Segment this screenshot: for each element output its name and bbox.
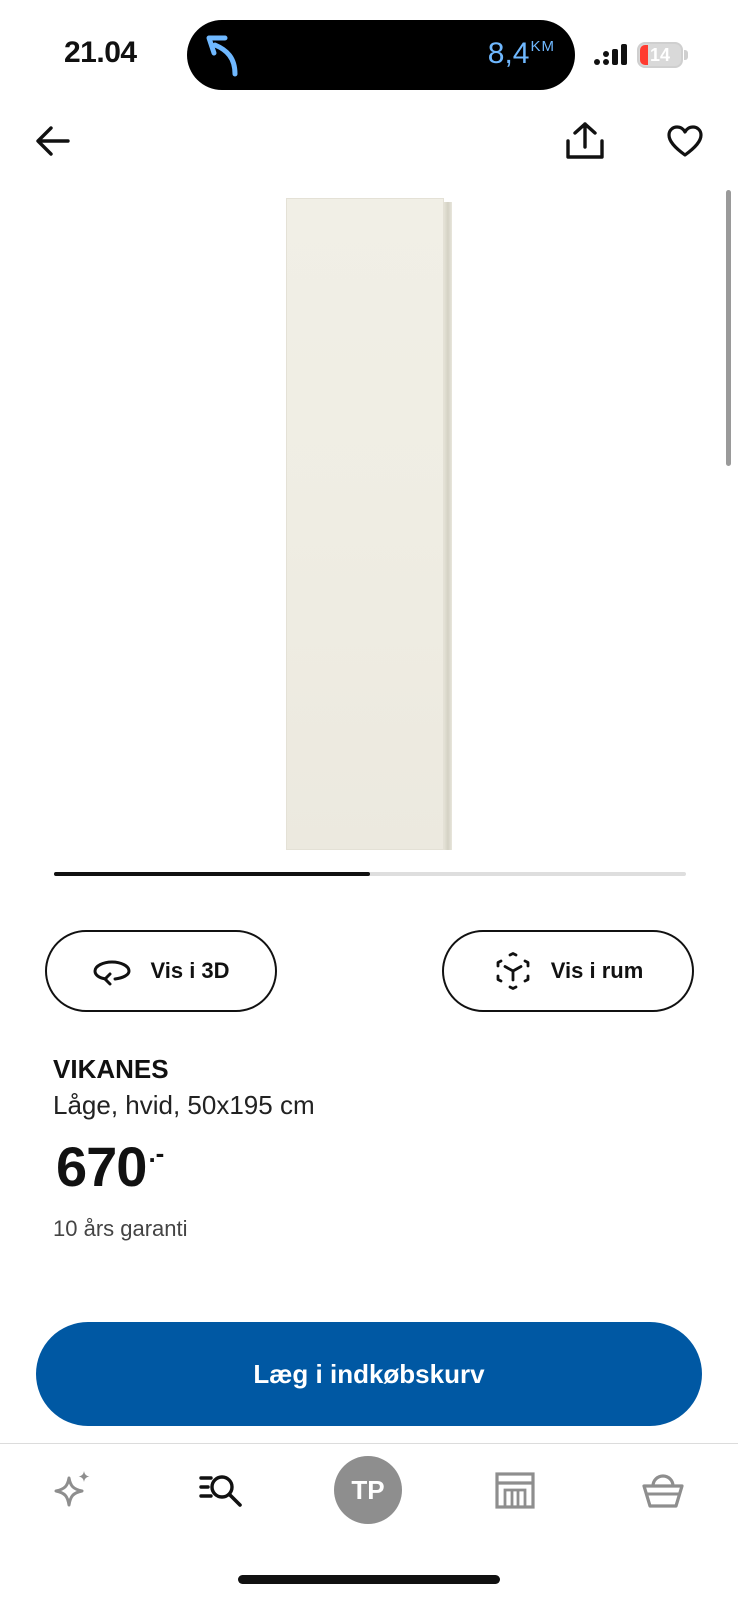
door-front-panel <box>286 198 444 850</box>
product-image[interactable] <box>286 198 454 850</box>
share-icon <box>566 122 604 159</box>
dynamic-island-navigation[interactable]: 8,4KM <box>187 20 575 90</box>
sparkle-icon <box>54 1471 90 1507</box>
navigation-distance: 8,4KM <box>488 37 555 71</box>
image-carousel-progress <box>54 872 686 876</box>
product-price: 670 .- <box>56 1136 164 1198</box>
avatar: TP <box>334 1456 402 1524</box>
view-in-room-button[interactable]: Vis i rum <box>442 930 694 1012</box>
navigation-distance-value: 8,4 <box>487 37 530 70</box>
augmented-reality-icon <box>496 952 530 990</box>
tab-search[interactable] <box>186 1460 256 1520</box>
add-to-cart-label: Læg i indkøbskurv <box>253 1358 485 1389</box>
status-time: 21.04 <box>64 36 137 69</box>
tabbar-divider <box>0 1443 738 1444</box>
product-name: VIKANES <box>53 1054 169 1084</box>
navigation-distance-unit: KM <box>530 38 555 55</box>
battery-level: 14 <box>649 45 671 65</box>
home-indicator[interactable] <box>238 1575 500 1584</box>
turn-left-arrow-icon <box>206 35 238 77</box>
heart-icon <box>667 125 703 157</box>
product-page: 21.04 8,4KM 14 Vis i 3D Vis i rum VIKANE… <box>0 0 738 1600</box>
product-description: Låge, hvid, 50x195 cm <box>53 1090 315 1120</box>
view-3d-button[interactable]: Vis i 3D <box>45 930 277 1012</box>
store-icon <box>495 1472 535 1509</box>
image-carousel-progress-fill <box>54 872 370 876</box>
back-button[interactable] <box>30 118 76 164</box>
arrow-left-icon <box>36 126 70 156</box>
tab-cart[interactable] <box>628 1460 698 1520</box>
tab-store[interactable] <box>480 1460 550 1520</box>
basket-icon <box>642 1474 684 1508</box>
price-value: 670 <box>56 1135 147 1198</box>
rotate-3d-icon <box>93 960 131 986</box>
search-list-icon <box>199 1475 242 1507</box>
battery-icon: 14 <box>637 42 683 68</box>
share-button[interactable] <box>560 118 610 164</box>
battery-tip <box>684 50 688 60</box>
price-suffix: .- <box>148 1138 165 1168</box>
tab-inspiration[interactable] <box>38 1460 108 1520</box>
view-in-room-label: Vis i rum <box>550 958 644 983</box>
favourite-button[interactable] <box>660 118 710 164</box>
cellular-signal-icon <box>594 44 627 65</box>
add-to-cart-button[interactable]: Læg i indkøbskurv <box>36 1322 702 1426</box>
door-side-edge <box>444 202 452 850</box>
page-scrollbar[interactable] <box>726 190 731 466</box>
warranty-text: 10 års garanti <box>53 1216 188 1241</box>
view-3d-label: Vis i 3D <box>150 958 230 983</box>
tab-profile[interactable]: TP <box>334 1456 402 1524</box>
